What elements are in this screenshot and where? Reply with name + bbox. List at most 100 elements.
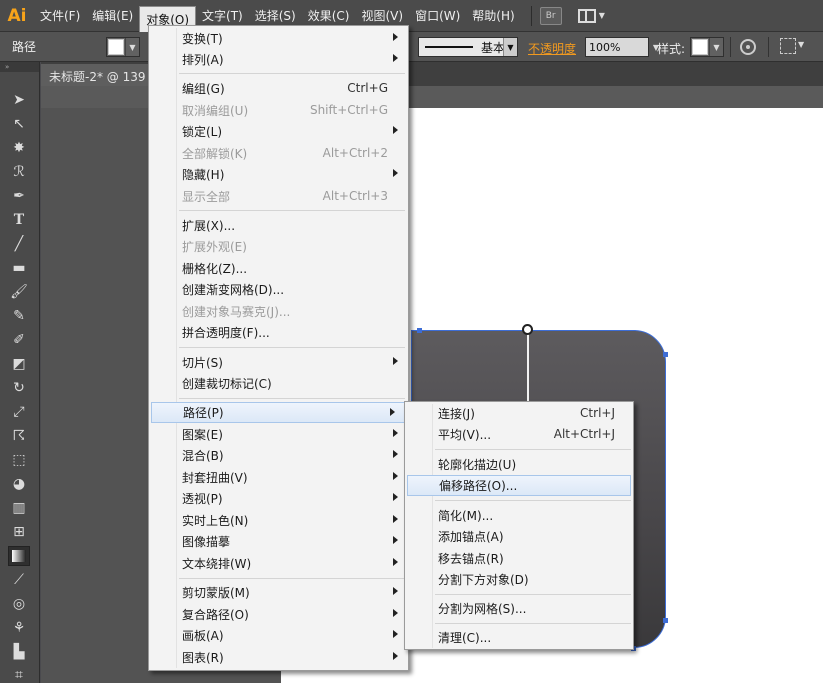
menu-item-envelope-distort[interactable]: 封套扭曲(V) bbox=[149, 467, 408, 488]
workspace-switcher[interactable]: ▼ bbox=[577, 8, 605, 23]
perspective-grid-tool-icon[interactable]: ▥ bbox=[8, 498, 30, 518]
panel-collapse-icon[interactable]: » bbox=[0, 62, 39, 72]
menu-item-hide[interactable]: 隐藏(H) bbox=[149, 164, 408, 185]
blob-brush-tool-icon[interactable]: ✐ bbox=[8, 330, 30, 350]
anchor-point[interactable] bbox=[663, 618, 668, 623]
submenu-arrow-icon bbox=[393, 429, 398, 437]
menu-item-rasterize[interactable]: 栅格化(Z)... bbox=[149, 258, 408, 279]
gradient-tool-icon[interactable] bbox=[8, 546, 30, 566]
menu-bar: Ai 文件(F) 编辑(E) 对象(O) 文字(T) 选择(S) 效果(C) 视… bbox=[0, 0, 823, 32]
menu-item-blend[interactable]: 混合(B) bbox=[149, 445, 408, 466]
menu-item-label: 实时上色(N) bbox=[182, 514, 249, 528]
menu-window[interactable]: 窗口(W) bbox=[409, 0, 466, 32]
menu-item-expand[interactable]: 扩展(X)... bbox=[149, 215, 408, 236]
menu-item-show-all[interactable]: 显示全部 Alt+Ctrl+3 bbox=[149, 186, 408, 207]
menu-item-ungroup[interactable]: 取消编组(U) Shift+Ctrl+G bbox=[149, 100, 408, 121]
artboard-tool-icon[interactable]: ⌗ bbox=[8, 665, 30, 683]
menu-item-flatten-transparency[interactable]: 拼合透明度(F)... bbox=[149, 322, 408, 343]
menu-item-split-into-grid[interactable]: 分割为网格(S)... bbox=[405, 598, 633, 619]
shape-builder-tool-icon[interactable]: ◕ bbox=[8, 474, 30, 494]
menu-item-remove-anchor-points[interactable]: 移去锚点(R) bbox=[405, 548, 633, 569]
lasso-tool-icon[interactable]: ℛ bbox=[8, 162, 30, 182]
eyedropper-tool-icon[interactable]: ⟋ bbox=[8, 570, 30, 590]
selection-tool-icon[interactable]: ➤ bbox=[8, 90, 30, 110]
menu-item-artboards[interactable]: 画板(A) bbox=[149, 625, 408, 646]
menu-item-create-object-mosaic[interactable]: 创建对象马赛克(J)... bbox=[149, 301, 408, 322]
line-tool-icon[interactable]: ╱ bbox=[8, 234, 30, 254]
menu-item-expand-appearance[interactable]: 扩展外观(E) bbox=[149, 236, 408, 257]
menu-item-transform[interactable]: 变换(T) bbox=[149, 28, 408, 49]
free-transform-tool-icon[interactable]: ⬚ bbox=[8, 450, 30, 470]
menu-item-label: 显示全部 bbox=[182, 190, 231, 204]
direct-selection-tool-icon[interactable]: ↖ bbox=[8, 114, 30, 134]
gradient-handle-point[interactable] bbox=[522, 324, 533, 335]
menu-item-image-trace[interactable]: 图像描摹 bbox=[149, 531, 408, 552]
menu-item-label: 扩展外观(E) bbox=[182, 240, 247, 254]
anchor-point[interactable] bbox=[417, 328, 422, 333]
anchor-point[interactable] bbox=[663, 352, 668, 357]
menu-edit[interactable]: 编辑(E) bbox=[86, 0, 139, 32]
chevron-down-icon[interactable]: ▼ bbox=[798, 40, 804, 49]
menu-item-live-paint[interactable]: 实时上色(N) bbox=[149, 510, 408, 531]
type-tool-icon[interactable]: T bbox=[8, 210, 30, 230]
menu-file[interactable]: 文件(F) bbox=[34, 0, 86, 32]
menu-item-offset-path[interactable]: 偏移路径(O)... bbox=[407, 475, 631, 496]
submenu-arrow-icon bbox=[393, 587, 398, 595]
menu-item-label: 切片(S) bbox=[182, 356, 223, 370]
menu-item-arrange[interactable]: 排列(A) bbox=[149, 49, 408, 70]
menu-item-slice[interactable]: 切片(S) bbox=[149, 352, 408, 373]
menu-item-clipping-mask[interactable]: 剪切蒙版(M) bbox=[149, 582, 408, 603]
pen-tool-icon[interactable]: ✒ bbox=[8, 186, 30, 206]
menu-item-divide-objects-below[interactable]: 分割下方对象(D) bbox=[405, 569, 633, 590]
menu-item-label: 隐藏(H) bbox=[182, 168, 225, 182]
menu-item-join[interactable]: 连接(J) Ctrl+J bbox=[405, 403, 633, 424]
rotate-tool-icon[interactable]: ↻ bbox=[8, 378, 30, 398]
menu-item-label: 图案(E) bbox=[182, 428, 223, 442]
menu-item-path[interactable]: 路径(P) bbox=[151, 402, 406, 423]
menu-item-text-wrap[interactable]: 文本绕排(W) bbox=[149, 553, 408, 574]
menu-item-unlock-all[interactable]: 全部解锁(K) Alt+Ctrl+2 bbox=[149, 143, 408, 164]
bridge-button[interactable]: Br bbox=[539, 6, 562, 25]
scale-tool-icon[interactable]: ⤢ bbox=[8, 402, 30, 422]
graphic-style-button[interactable]: ▼ bbox=[690, 37, 724, 57]
mesh-tool-icon[interactable]: ⊞ bbox=[8, 522, 30, 542]
fill-swatch-button[interactable]: ▼ bbox=[106, 37, 140, 57]
warp-tool-icon[interactable]: ☈ bbox=[8, 426, 30, 446]
blend-tool-icon[interactable]: ◎ bbox=[8, 594, 30, 614]
style-label: 样式: bbox=[657, 42, 686, 56]
opacity-label[interactable]: 不透明度 bbox=[528, 40, 576, 57]
recolor-artwork-icon[interactable] bbox=[740, 39, 756, 55]
opacity-input[interactable]: 100% ▼ bbox=[585, 37, 659, 57]
submenu-arrow-icon bbox=[393, 558, 398, 566]
menu-item-label: 分割为网格(S)... bbox=[438, 602, 527, 616]
menu-item-average[interactable]: 平均(V)... Alt+Ctrl+J bbox=[405, 424, 633, 445]
menu-item-clean-up[interactable]: 清理(C)... bbox=[405, 627, 633, 648]
stroke-style-select[interactable]: 基本 ▼ bbox=[418, 37, 518, 57]
paintbrush-tool-icon[interactable]: 🖌 bbox=[8, 282, 30, 302]
chevron-down-icon[interactable]: ▼ bbox=[503, 38, 517, 56]
menu-item-label: 清理(C)... bbox=[438, 631, 492, 645]
column-graph-tool-icon[interactable]: ▙ bbox=[8, 642, 30, 662]
magic-wand-tool-icon[interactable]: ✸ bbox=[8, 138, 30, 158]
rectangle-tool-icon[interactable]: ▬ bbox=[8, 258, 30, 278]
menu-item-compound-path[interactable]: 复合路径(O) bbox=[149, 604, 408, 625]
menu-help[interactable]: 帮助(H) bbox=[466, 0, 520, 32]
menu-separator bbox=[179, 210, 405, 211]
menu-item-outline-stroke[interactable]: 轮廓化描边(U) bbox=[405, 454, 633, 475]
menu-item-group[interactable]: 编组(G) Ctrl+G bbox=[149, 78, 408, 99]
submenu-arrow-icon bbox=[393, 609, 398, 617]
chevron-down-icon: ▼ bbox=[709, 38, 723, 56]
menu-item-create-trim-marks[interactable]: 创建裁切标记(C) bbox=[149, 373, 408, 394]
menu-item-graph[interactable]: 图表(R) bbox=[149, 647, 408, 668]
menu-item-pattern[interactable]: 图案(E) bbox=[149, 424, 408, 445]
pencil-tool-icon[interactable]: ✎ bbox=[8, 306, 30, 326]
menu-item-create-gradient-mesh[interactable]: 创建渐变网格(D)... bbox=[149, 279, 408, 300]
menu-item-perspective[interactable]: 透视(P) bbox=[149, 488, 408, 509]
symbol-sprayer-tool-icon[interactable]: ⚘ bbox=[8, 618, 30, 638]
menu-item-add-anchor-points[interactable]: 添加锚点(A) bbox=[405, 526, 633, 547]
menu-item-lock[interactable]: 锁定(L) bbox=[149, 121, 408, 142]
transform-icon[interactable] bbox=[780, 38, 796, 54]
menu-item-simplify[interactable]: 简化(M)... bbox=[405, 505, 633, 526]
eraser-tool-icon[interactable]: ◩ bbox=[8, 354, 30, 374]
submenu-arrow-icon bbox=[393, 357, 398, 365]
